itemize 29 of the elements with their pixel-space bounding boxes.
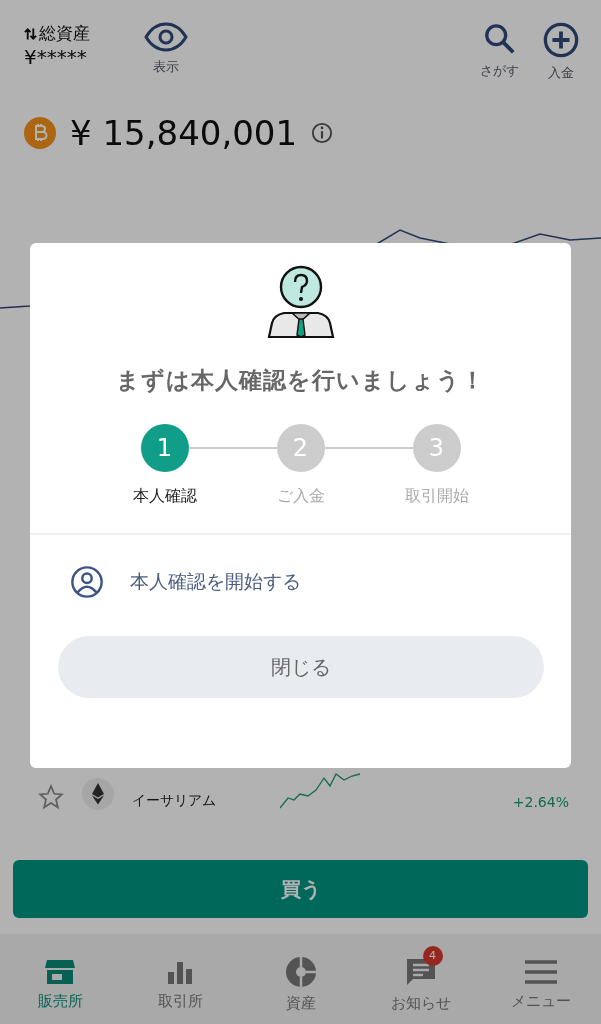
swap-icon[interactable] (24, 25, 37, 42)
notification-badge: 4 (422, 945, 443, 966)
nav-tab[interactable]: お知らせ 4 (360, 945, 481, 1013)
start-verification-link[interactable]: 本人確認を開始する (70, 565, 301, 599)
step-number: 1 (140, 424, 189, 472)
price-value: ¥ 15,840,001 (70, 113, 298, 153)
dialog-title: まずは本人確認を行いましょう！ (116, 366, 485, 395)
pie-chart-icon (284, 955, 317, 988)
bitcoin-icon (24, 117, 56, 149)
info-icon[interactable] (311, 122, 334, 144)
step-label: 本人確認 (132, 486, 197, 507)
store-icon (44, 957, 77, 986)
star-icon[interactable] (38, 784, 64, 810)
nav-tab[interactable]: 資産 (240, 945, 361, 1013)
nav-tab[interactable]: 取引所 (120, 947, 241, 1011)
total-assets-label: 総資産 (39, 22, 90, 45)
coin-name: イーサリアム (132, 792, 217, 810)
menu-icon (522, 957, 559, 986)
step-label: 取引開始 (404, 486, 469, 507)
step-label: ご入金 (276, 486, 325, 507)
search-button[interactable]: さがす (480, 22, 519, 80)
buy-button[interactable]: 買う (13, 860, 588, 918)
nav-tab[interactable]: メニュー (480, 947, 601, 1011)
price-change: +2.64% (512, 794, 569, 810)
ethereum-icon (82, 778, 114, 810)
user-icon (70, 565, 104, 599)
close-button[interactable]: 閉じる (57, 636, 544, 698)
nav-tab[interactable]: 販売所 (0, 947, 121, 1011)
total-assets-value: ¥***** (24, 45, 88, 69)
